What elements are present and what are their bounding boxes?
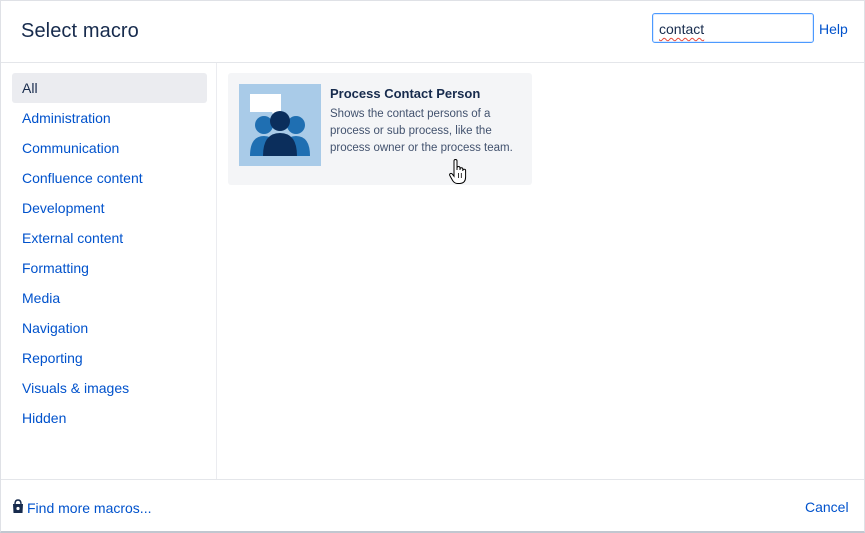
- category-formatting[interactable]: Formatting: [12, 253, 207, 283]
- macro-name: Process Contact Person: [330, 86, 481, 101]
- category-communication[interactable]: Communication: [12, 133, 207, 163]
- category-external-content[interactable]: External content: [12, 223, 207, 253]
- category-confluence-content[interactable]: Confluence content: [12, 163, 207, 193]
- contact-persons-icon: [239, 84, 321, 166]
- category-reporting[interactable]: Reporting: [12, 343, 207, 373]
- macro-results: Process Contact Person Shows the contact…: [218, 63, 864, 479]
- macro-description: Shows the contact persons of a process o…: [330, 108, 513, 154]
- category-visuals-images[interactable]: Visuals & images: [12, 373, 207, 403]
- dialog-title: Select macro: [21, 20, 139, 42]
- macro-card-process-contact-person[interactable]: Process Contact Person Shows the contact…: [228, 73, 532, 185]
- select-macro-dialog: Select macro contact Help All Administra…: [0, 0, 865, 533]
- category-navigation[interactable]: Navigation: [12, 313, 207, 343]
- cancel-button[interactable]: Cancel: [805, 499, 849, 515]
- category-administration[interactable]: Administration: [12, 103, 207, 133]
- help-link[interactable]: Help: [819, 21, 848, 37]
- category-all[interactable]: All: [12, 73, 207, 103]
- category-sidebar: All Administration Communication Conflue…: [1, 63, 217, 479]
- dialog-header: Select macro contact Help: [1, 1, 864, 63]
- find-more-macros-label: Find more macros...: [27, 500, 152, 516]
- category-hidden[interactable]: Hidden: [12, 403, 207, 433]
- dialog-footer: Find more macros... Cancel: [1, 479, 864, 532]
- macro-search-input[interactable]: contact: [652, 13, 814, 43]
- search-input-value: contact: [659, 21, 705, 37]
- category-media[interactable]: Media: [12, 283, 207, 313]
- find-more-macros-link[interactable]: Find more macros...: [12, 499, 151, 517]
- marketplace-bag-icon: [12, 499, 24, 517]
- category-development[interactable]: Development: [12, 193, 207, 223]
